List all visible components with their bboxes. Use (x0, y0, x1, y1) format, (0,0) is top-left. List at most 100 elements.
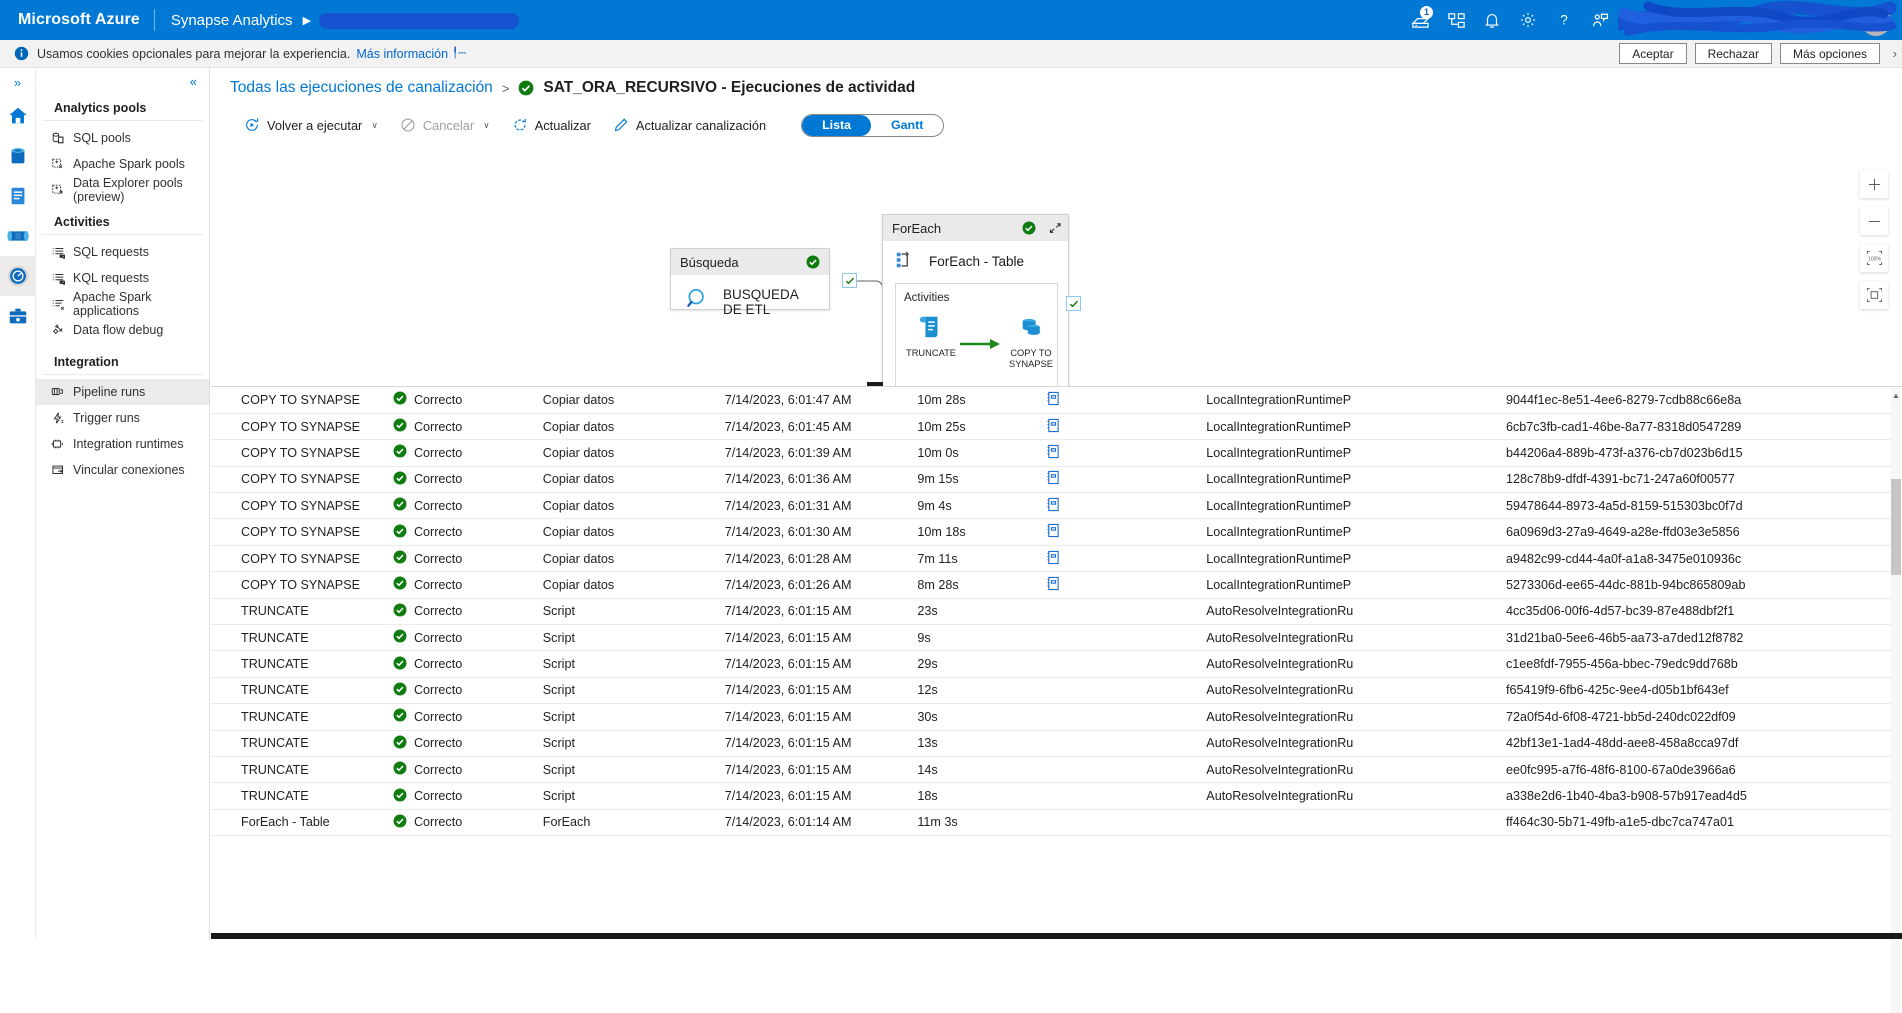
table-row[interactable]: COPY TO SYNAPSE Correcto Copiar datos 7/14/… (211, 545, 1902, 573)
manage-icon[interactable] (0, 296, 36, 336)
fit-to-screen-button[interactable] (1860, 281, 1888, 309)
zoom-in-button[interactable] (1860, 170, 1888, 198)
activity-details-icon[interactable] (1046, 497, 1060, 515)
cell-details[interactable] (1045, 677, 1207, 705)
table-row[interactable]: TRUNCATE Correcto Script 7/14/2023, 6:01:15… (211, 677, 1902, 705)
directories-subscriptions-icon[interactable] (1438, 0, 1474, 40)
table-row[interactable]: TRUNCATE Correcto Script 7/14/2023, 6:01:15… (211, 782, 1902, 810)
more-cookie-options-button[interactable]: Más opciones (1779, 43, 1880, 64)
table-row[interactable]: ForEach - Table Correcto ForEach 7/14/2023,… (211, 809, 1902, 837)
sidebar-item-kql-requests[interactable]: KQL KQL requests (36, 265, 209, 291)
refresh-button[interactable]: Actualizar (501, 111, 602, 139)
foreach-activity-node[interactable]: ForEach ForEach - Table Activities TRUNC… (882, 214, 1069, 386)
monitor-icon[interactable] (0, 256, 36, 296)
cell-details[interactable] (1045, 809, 1207, 837)
table-row[interactable]: TRUNCATE Correcto Script 7/14/2023, 6:01:15… (211, 598, 1902, 626)
reject-cookies-button[interactable]: Rechazar (1694, 43, 1772, 64)
table-row[interactable]: COPY TO SYNAPSE Correcto Copiar datos 7/14/… (211, 413, 1902, 441)
rail-expand-button[interactable]: » (0, 68, 36, 96)
table-row[interactable]: TRUNCATE Correcto Script 7/14/2023, 6:01:15… (211, 756, 1902, 784)
table-row[interactable]: COPY TO SYNAPSE Correcto Copiar datos 7/14/… (211, 518, 1902, 546)
azure-brand[interactable]: Microsoft Azure (0, 11, 154, 29)
breadcrumb-parent-link[interactable]: Todas las ejecuciones de canalización (230, 79, 493, 97)
notifications-bell-icon[interactable] (1474, 0, 1510, 40)
foreach-success-output-chip[interactable] (1066, 296, 1081, 311)
cell-run-time: 7/14/2023, 6:01:31 AM (724, 492, 918, 520)
cell-details[interactable] (1045, 730, 1207, 757)
table-row[interactable]: COPY TO SYNAPSE Correcto Copiar datos 7/14/… (211, 466, 1902, 494)
sidebar-item-data-flow-debug[interactable]: Data flow debug (36, 317, 209, 343)
cell-details[interactable] (1045, 518, 1207, 546)
table-scrollbar-thumb[interactable] (1891, 479, 1901, 575)
table-row[interactable]: COPY TO SYNAPSE Correcto Copiar datos 7/14/… (211, 387, 1902, 414)
cell-details[interactable] (1045, 650, 1207, 678)
edit-pipeline-button[interactable]: Actualizar canalización (602, 111, 777, 139)
sidebar-item-trigger-runs[interactable]: Trigger runs (36, 405, 209, 431)
activity-details-icon[interactable] (1046, 471, 1060, 488)
feedback-icon[interactable] (1582, 0, 1618, 40)
tab-lista[interactable]: Lista (802, 114, 872, 136)
inner-activity-copy-to-synapse[interactable]: COPY TO SYNAPSE (998, 314, 1064, 370)
cloud-shell-icon[interactable]: 1 (1402, 0, 1438, 40)
cell-details[interactable] (1045, 439, 1207, 467)
activity-details-icon[interactable] (1046, 444, 1060, 462)
table-row[interactable]: COPY TO SYNAPSE Correcto Copiar datos 7/14/… (211, 571, 1902, 599)
banner-collapse-chevron-icon[interactable]: › (1893, 46, 1897, 61)
settings-gear-icon[interactable] (1510, 0, 1546, 40)
home-icon[interactable] (0, 96, 36, 136)
activity-runs-table-wrapper[interactable]: COPY TO SYNAPSE Correcto Copiar datos 7/14/… (211, 387, 1902, 1013)
cell-details[interactable] (1045, 782, 1207, 810)
table-row[interactable]: COPY TO SYNAPSE Correcto Copiar datos 7/14/… (211, 439, 1902, 467)
cell-details[interactable] (1045, 413, 1207, 441)
accept-cookies-button[interactable]: Aceptar (1619, 43, 1687, 64)
table-row[interactable]: TRUNCATE Correcto Script 7/14/2023, 6:01:15… (211, 624, 1902, 652)
cell-details[interactable] (1045, 624, 1207, 652)
sidebar-item-sql-pools[interactable]: SQL pools (36, 125, 209, 151)
cell-duration: 8m 28s (917, 571, 1046, 599)
integrate-icon[interactable] (0, 216, 36, 256)
sidebar-item-integration-runtimes[interactable]: Integration runtimes (36, 431, 209, 457)
cell-details[interactable] (1045, 598, 1207, 626)
table-row[interactable]: COPY TO SYNAPSE Correcto Copiar datos 7/14/… (211, 492, 1902, 520)
cell-details[interactable] (1045, 492, 1207, 520)
zoom-to-hundred-button[interactable]: 100% (1860, 244, 1888, 272)
sidebar-item-data-explorer-pools[interactable]: Data Explorer pools (preview) (36, 176, 209, 204)
inner-activity-truncate[interactable]: TRUNCATE (898, 314, 964, 359)
collapse-foreach-icon[interactable] (1048, 221, 1062, 235)
service-name[interactable]: Synapse Analytics (155, 12, 303, 29)
cookie-more-info-link[interactable]: Más información (356, 47, 448, 61)
sidebar-item-apache-spark-pools[interactable]: Apache Spark pools (36, 151, 209, 177)
activity-details-icon[interactable] (1046, 391, 1060, 409)
tab-gantt[interactable]: Gantt (871, 115, 943, 136)
cell-details[interactable] (1045, 571, 1207, 599)
activity-details-icon[interactable] (1046, 418, 1060, 436)
scroll-up-arrow-icon[interactable]: ▲ (1891, 389, 1901, 401)
sidebar-item-vincular-conexiones[interactable]: Vincular conexiones (36, 457, 209, 483)
sidebar-item-pipeline-runs[interactable]: Pipeline runs (36, 379, 209, 405)
lookup-activity-node[interactable]: Búsqueda BUSQUEDA DE ETL (670, 248, 830, 317)
zoom-out-button[interactable] (1860, 207, 1888, 235)
rerun-button[interactable]: Volver a ejecutar ∨ (233, 111, 389, 139)
canvas-resize-handle[interactable] (867, 382, 883, 386)
cell-details[interactable] (1045, 545, 1207, 573)
develop-icon[interactable] (0, 176, 36, 216)
data-icon[interactable] (0, 136, 36, 176)
table-row[interactable]: TRUNCATE Correcto Script 7/14/2023, 6:01:15… (211, 650, 1902, 678)
sidebar-item-apache-spark-applications[interactable]: Apache Spark applications (36, 290, 209, 318)
cell-details[interactable] (1045, 703, 1207, 731)
pipeline-graph-canvas[interactable]: Búsqueda BUSQUEDA DE ETL ForEach ForEach… (211, 144, 1902, 387)
lookup-success-output-chip[interactable] (842, 273, 857, 288)
cell-details[interactable] (1045, 466, 1207, 494)
sidebar-item-sql-requests[interactable]: SQL SQL requests (36, 239, 209, 265)
activity-details-icon[interactable] (1046, 550, 1060, 568)
cell-details[interactable] (1045, 387, 1207, 414)
table-row[interactable]: TRUNCATE Correcto Script 7/14/2023, 6:01:15… (211, 730, 1902, 757)
cell-details[interactable] (1045, 756, 1207, 784)
sidebar-collapse-button[interactable]: « (36, 68, 209, 89)
activity-details-icon[interactable] (1046, 524, 1060, 541)
activity-details-icon[interactable] (1046, 576, 1060, 594)
help-question-icon[interactable]: ? (1546, 0, 1582, 40)
cancel-button[interactable]: Cancelar ∨ (389, 111, 501, 139)
kql-requests-icon: KQL (50, 271, 65, 286)
table-row[interactable]: TRUNCATE Correcto Script 7/14/2023, 6:01:15… (211, 703, 1902, 731)
